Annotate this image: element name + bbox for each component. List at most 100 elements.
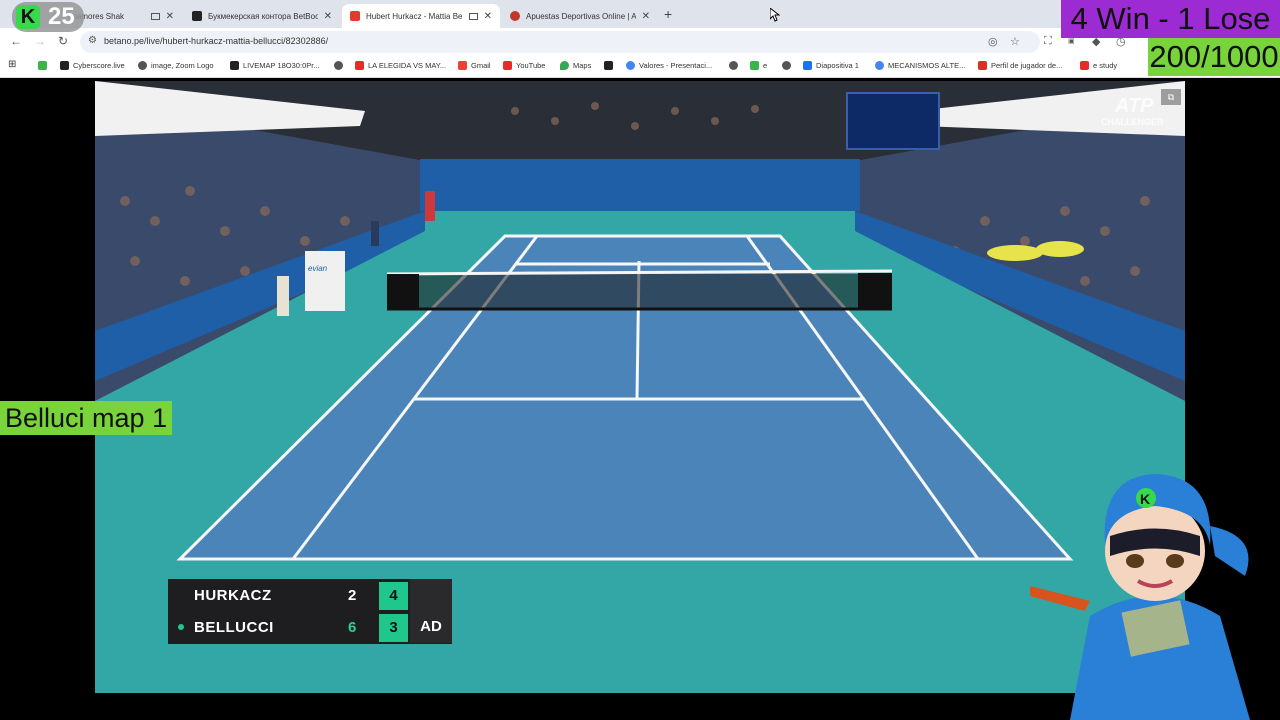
mouse-cursor-icon: [770, 8, 780, 22]
serve-indicator-icon: [178, 624, 184, 630]
favicon-icon: [510, 11, 520, 21]
bookmark-label: e study: [1093, 61, 1118, 70]
set-score: 6: [348, 619, 357, 636]
bookmark-label: LIVEMAP 18O30:0Pr...: [243, 61, 320, 70]
betano-favicon-icon: [350, 11, 360, 21]
fullscreen-icon[interactable]: ⛶: [1044, 35, 1052, 48]
bookmark-item[interactable]: LIVEMAP 18O30:0Pr...: [230, 61, 320, 70]
bookmark-item[interactable]: Diapositiva 1: [803, 61, 859, 70]
win-lose-record: 4 Win - 1 Lose: [1061, 0, 1280, 38]
bookmark-label: MECANISMOS ALTE...: [888, 61, 966, 70]
youtube-icon: [1080, 61, 1089, 70]
bankroll-progress: 200/1000: [1148, 38, 1280, 76]
game-score: 4: [379, 582, 408, 610]
scoreboard-row-player2: BELLUCCI 6 3 AD: [168, 611, 452, 643]
bookmark-item[interactable]: YouTube: [503, 61, 545, 70]
bookmark-item[interactable]: LA ELEGIDA VS MAY...: [355, 61, 446, 70]
eye-off-icon[interactable]: ◎: [988, 35, 998, 48]
kick-icon: [750, 61, 759, 70]
bookmark-item[interactable]: Valores - Presentaci...: [626, 61, 712, 70]
match-scoreboard: HURKACZ 2 4 BELLUCCI 6 3 AD: [168, 579, 452, 644]
bookmark-item[interactable]: Maps: [560, 61, 591, 70]
atp-logo-text: ATP: [1115, 95, 1154, 117]
bookmark-label: Perfil de jugador de...: [991, 61, 1063, 70]
bookmark-label: Maps: [573, 61, 592, 70]
bookmark-label: Diapositiva 1: [816, 61, 859, 70]
new-tab-button[interactable]: +: [664, 6, 672, 22]
forward-icon[interactable]: →: [34, 34, 46, 48]
tab-title: Букмекерская контора BetBoo: [208, 11, 318, 21]
bookmark-label: Valores - Presentaci...: [639, 61, 713, 70]
slides-icon: [626, 61, 635, 70]
tab-3-active[interactable]: Hubert Hurkacz - Mattia Be ✕: [342, 4, 500, 28]
bookmark-label: image, Zoom Logo: [151, 61, 214, 70]
bookmark-label: YouTube: [516, 61, 546, 70]
bookmark-item[interactable]: image, Zoom Logo: [138, 61, 214, 70]
bookmark-item[interactable]: [334, 61, 347, 70]
sponsor-banner: evian: [308, 264, 328, 273]
media-icon: [468, 12, 478, 20]
tab-4[interactable]: Apuestas Deportivas Online | A ✕: [502, 4, 658, 28]
tab-2[interactable]: Букмекерская контора BetBoo ✕: [184, 4, 340, 28]
kick-icon: [38, 61, 47, 70]
kick-count: 25: [48, 3, 75, 30]
bookmark-item[interactable]: [604, 61, 617, 70]
screen: enamores Shak ✕ Букмекерская контора Bet…: [0, 0, 1280, 720]
flag-icon: [978, 61, 987, 70]
point-score: [410, 579, 452, 611]
bookmark-item[interactable]: Perfil de jugador de...: [978, 61, 1062, 70]
player-name: HURKACZ: [194, 587, 272, 604]
bookmark-star-icon[interactable]: ☆: [1010, 35, 1020, 48]
bookmark-item[interactable]: MECANISMOS ALTE...: [875, 61, 965, 70]
gmail-icon: [458, 61, 467, 70]
bookmark-item[interactable]: [729, 61, 742, 70]
atp-watermark: ATP: [1115, 95, 1154, 118]
tab-title: Apuestas Deportivas Online | A: [526, 11, 636, 21]
youtube-icon: [355, 61, 364, 70]
bookmark-label: Cyberscore.live: [73, 61, 125, 70]
point-score: AD: [410, 611, 452, 643]
player-name: BELLUCCI: [194, 619, 274, 636]
apps-grid-icon[interactable]: ⊞: [8, 59, 16, 70]
close-tab-icon[interactable]: ✕: [484, 11, 492, 22]
maps-pin-icon: [560, 61, 569, 70]
map-label: Belluci map 1: [0, 401, 173, 435]
reload-icon[interactable]: ↻: [58, 34, 68, 48]
bookmark-item[interactable]: e study: [1080, 61, 1117, 70]
bookmark-item[interactable]: [38, 61, 51, 70]
pip-icon[interactable]: ⧉: [1161, 89, 1181, 105]
tab-title: Hubert Hurkacz - Mattia Be: [366, 11, 463, 21]
bookmark-item[interactable]: [782, 61, 795, 70]
bookmark-label: e: [763, 61, 768, 70]
globe-icon: [334, 61, 343, 70]
slides-icon: [875, 61, 884, 70]
site-icon: [60, 61, 69, 70]
site-icon: [604, 61, 613, 70]
site-icon: [230, 61, 239, 70]
kick-logo-icon: K: [16, 5, 40, 29]
url-text: betano.pe/live/hubert-hurkacz-mattia-bel…: [104, 36, 329, 46]
close-tab-icon[interactable]: ✕: [324, 11, 332, 22]
atp-challenger-text: CHALLENGER: [1101, 117, 1164, 127]
bookmark-item[interactable]: e: [750, 61, 767, 70]
site-info-icon[interactable]: ⚙: [88, 35, 97, 46]
close-tab-icon[interactable]: ✕: [642, 11, 650, 22]
globe-icon: [782, 61, 791, 70]
set-score: 2: [348, 587, 357, 604]
address-bar[interactable]: ⚙ betano.pe/live/hubert-hurkacz-mattia-b…: [80, 31, 1040, 53]
bookmark-label: LA ELEGIDA VS MAY...: [368, 61, 447, 70]
favicon-icon: [192, 11, 202, 21]
close-tab-icon[interactable]: ✕: [166, 11, 174, 22]
game-score: 3: [379, 614, 408, 642]
bookmark-item[interactable]: Cyberscore.live: [60, 61, 125, 70]
streamer-avatar: K: [1030, 474, 1250, 720]
back-icon[interactable]: ←: [10, 34, 22, 48]
bookmark-item[interactable]: Gmail: [458, 61, 491, 70]
globe-icon: [729, 61, 738, 70]
scoreboard-row-player1: HURKACZ 2 4: [168, 579, 452, 611]
kick-viewer-badge: K 25: [12, 2, 84, 32]
extension-icon[interactable]: ▣: [1068, 37, 1075, 45]
youtube-icon: [503, 61, 512, 70]
bookmarks-bar: ⊞ Cyberscore.live image, Zoom Logo LIVEM…: [0, 56, 1280, 78]
media-icon: [150, 12, 160, 20]
